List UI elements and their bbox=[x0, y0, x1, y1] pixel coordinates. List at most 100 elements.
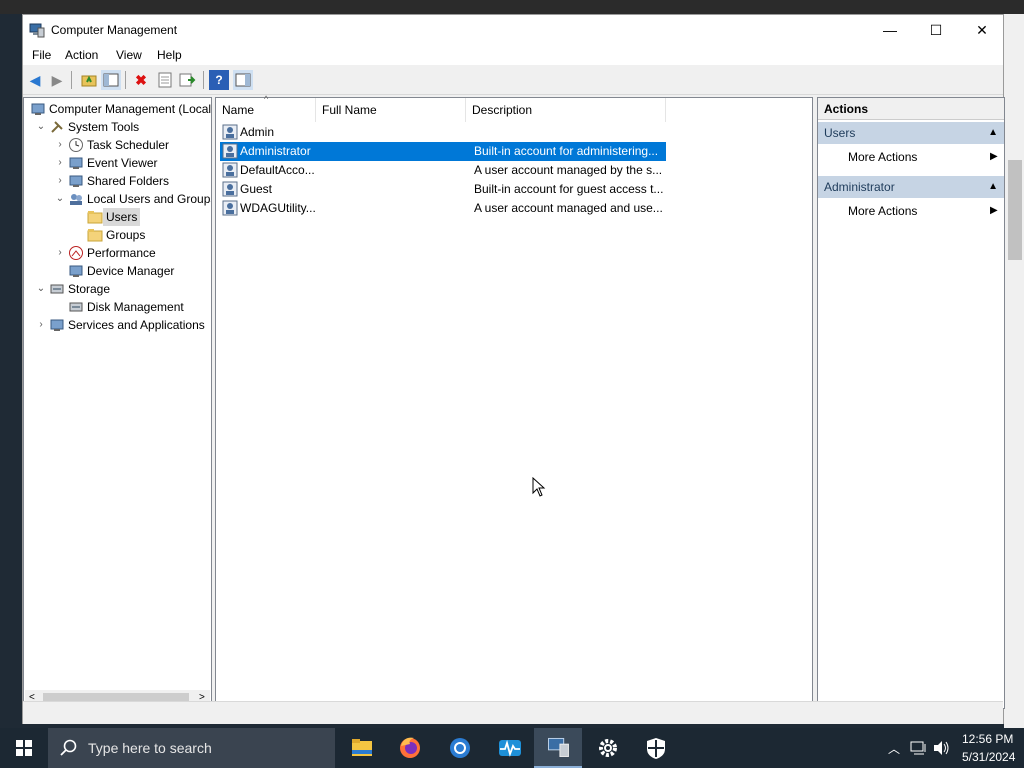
users-more-actions[interactable]: More Actions ▶ bbox=[848, 147, 998, 167]
tree-item-computer-management-local[interactable]: Computer Management (Local bbox=[24, 100, 211, 118]
tree-item-system-tools[interactable]: ⌄ System Tools bbox=[24, 118, 211, 136]
more-actions-label: More Actions bbox=[848, 150, 918, 164]
menu-file[interactable]: File bbox=[32, 48, 51, 62]
menu-help[interactable]: Help bbox=[157, 48, 182, 62]
collapse-chevron-icon[interactable]: ⌄ bbox=[54, 190, 66, 208]
computer-management-window: Computer Management — ☐ ✕ File Action Vi… bbox=[22, 14, 1005, 724]
tree-item-label: Event Viewer bbox=[87, 156, 158, 170]
user-name-cell: DefaultAcco... bbox=[240, 163, 315, 177]
collapse-chevron-icon[interactable]: ⌄ bbox=[35, 280, 47, 298]
background-browser-strip bbox=[0, 0, 1024, 14]
administrator-more-actions[interactable]: More Actions ▶ bbox=[848, 201, 998, 221]
file-explorer-icon[interactable] bbox=[338, 728, 386, 768]
background-scrollbar-thumb[interactable] bbox=[1008, 160, 1022, 260]
storage-icon bbox=[50, 284, 64, 294]
user-row[interactable]: DefaultAcco... A user account managed by … bbox=[220, 161, 666, 180]
submenu-arrow-icon: ▶ bbox=[990, 151, 998, 162]
shared-folder-icon bbox=[69, 175, 83, 187]
show-hidden-icons-chevron-icon[interactable]: ︿ bbox=[888, 740, 900, 757]
actions-section-administrator[interactable]: Administrator ▲ bbox=[818, 176, 1004, 198]
network-icon[interactable] bbox=[910, 740, 928, 756]
tree-item-users[interactable]: Users bbox=[24, 208, 211, 226]
user-row[interactable]: Administrator Built-in account for admini… bbox=[220, 142, 666, 161]
tree-item-shared-folders[interactable]: › Shared Folders bbox=[24, 172, 211, 190]
delete-icon[interactable]: ✖ bbox=[131, 70, 151, 90]
actions-section-title: Administrator bbox=[824, 180, 895, 194]
user-description-cell: A user account managed by the s... bbox=[474, 163, 663, 177]
toolbar: ◀ ▶ ✖ ? bbox=[23, 66, 1003, 95]
tree-item-performance[interactable]: › Performance bbox=[24, 244, 211, 262]
help-icon[interactable]: ? bbox=[209, 70, 229, 90]
status-bar bbox=[23, 701, 1003, 724]
forward-arrow-icon[interactable]: ▶ bbox=[47, 70, 67, 90]
expand-chevron-icon[interactable]: › bbox=[54, 244, 66, 262]
clock-time[interactable]: 12:56 PM bbox=[962, 732, 1013, 746]
up-folder-icon[interactable] bbox=[79, 70, 99, 90]
user-row[interactable]: WDAGUtility... A user account managed and… bbox=[220, 199, 666, 218]
tree-item-task-scheduler[interactable]: › Task Scheduler bbox=[24, 136, 211, 154]
expand-chevron-icon[interactable]: › bbox=[54, 154, 66, 172]
console-tree: Computer Management (Local ⌄ System Tools ›… bbox=[23, 97, 212, 709]
show-hide-tree-icon[interactable] bbox=[101, 70, 121, 90]
menu-view[interactable]: View bbox=[116, 48, 142, 62]
collapse-caret-icon[interactable]: ▲ bbox=[988, 122, 998, 144]
resource-monitor-icon[interactable] bbox=[486, 728, 534, 768]
user-description-cell: Built-in account for administering... bbox=[474, 144, 659, 158]
tree-item-groups[interactable]: Groups bbox=[24, 226, 211, 244]
user-row[interactable]: Guest Built-in account for guest access t… bbox=[220, 180, 666, 199]
tree-item-label: Groups bbox=[106, 228, 146, 242]
close-button[interactable]: ✕ bbox=[959, 15, 1005, 45]
collapse-caret-icon[interactable]: ▲ bbox=[988, 176, 998, 198]
background-scrollbar[interactable] bbox=[1004, 14, 1024, 728]
column-header-description[interactable]: Description bbox=[466, 98, 666, 122]
tree-item-storage[interactable]: ⌄ Storage bbox=[24, 280, 211, 298]
chrome-icon[interactable] bbox=[436, 728, 484, 768]
tree-item-device-manager[interactable]: Device Manager bbox=[24, 262, 211, 280]
settings-gear-icon[interactable] bbox=[584, 728, 632, 768]
user-name-cell: Admin bbox=[240, 125, 275, 139]
firefox-icon[interactable] bbox=[386, 728, 434, 768]
menu-bar: File Action View Help bbox=[23, 45, 1003, 65]
taskbar-search-box[interactable]: Type here to search bbox=[48, 728, 335, 768]
user-row[interactable]: Admin bbox=[220, 123, 666, 142]
collapse-chevron-icon[interactable]: ⌄ bbox=[35, 118, 47, 136]
user-account-icon bbox=[222, 181, 238, 197]
expand-chevron-icon[interactable]: › bbox=[35, 316, 47, 334]
column-header-full-name[interactable]: Full Name bbox=[316, 98, 466, 122]
title-bar: Computer Management — ☐ ✕ bbox=[23, 15, 1003, 45]
tree-item-label: Performance bbox=[87, 246, 156, 260]
maximize-button[interactable]: ☐ bbox=[913, 15, 959, 45]
menu-action[interactable]: Action bbox=[65, 48, 98, 62]
tree-item-local-users-and-groups[interactable]: ⌄ Local Users and Groups bbox=[24, 190, 211, 208]
minimize-button[interactable]: — bbox=[867, 15, 913, 45]
tools-icon bbox=[51, 121, 63, 133]
windows-security-icon[interactable] bbox=[632, 728, 680, 768]
user-account-icon bbox=[222, 124, 238, 140]
user-account-icon bbox=[222, 162, 238, 178]
volume-icon[interactable] bbox=[933, 740, 951, 756]
mouse-cursor-icon bbox=[532, 477, 546, 497]
folder-icon bbox=[87, 229, 103, 242]
tree-item-services-and-applications[interactable]: › Services and Applications bbox=[24, 316, 211, 334]
show-action-pane-icon[interactable] bbox=[233, 70, 253, 90]
tree-item-label: Storage bbox=[68, 282, 111, 296]
clock-date[interactable]: 5/31/2024 bbox=[962, 750, 1015, 764]
export-list-icon[interactable] bbox=[177, 70, 197, 90]
user-description-cell: Built-in account for guest access t... bbox=[474, 182, 664, 196]
tree-item-event-viewer[interactable]: › Event Viewer bbox=[24, 154, 211, 172]
event-viewer-icon bbox=[69, 157, 83, 169]
services-icon bbox=[50, 319, 64, 331]
back-arrow-icon[interactable]: ◀ bbox=[25, 70, 45, 90]
actions-section-users[interactable]: Users ▲ bbox=[818, 122, 1004, 144]
expand-chevron-icon[interactable]: › bbox=[54, 136, 66, 154]
tree-item-disk-management[interactable]: Disk Management bbox=[24, 298, 211, 316]
user-description-cell: A user account managed and use... bbox=[474, 201, 663, 215]
properties-icon[interactable] bbox=[155, 70, 175, 90]
tree-item-label: Services and Applications bbox=[68, 318, 205, 332]
windows-start-icon[interactable] bbox=[0, 728, 48, 768]
expand-chevron-icon[interactable]: › bbox=[54, 172, 66, 190]
computer-management-taskbar-icon[interactable] bbox=[534, 728, 582, 768]
tree-item-label: Users bbox=[103, 208, 141, 226]
submenu-arrow-icon: ▶ bbox=[990, 205, 998, 216]
window-title: Computer Management bbox=[51, 23, 178, 37]
